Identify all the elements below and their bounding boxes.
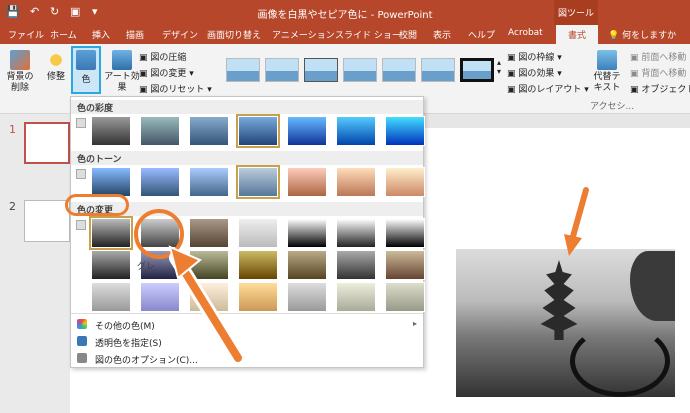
arrow-to-grayscale-head [168, 245, 202, 280]
arrow-to-photo-head [564, 234, 582, 256]
annotation-arrows [168, 187, 589, 365]
arrow-to-grayscale [176, 260, 242, 362]
arrow-to-photo [569, 187, 589, 243]
